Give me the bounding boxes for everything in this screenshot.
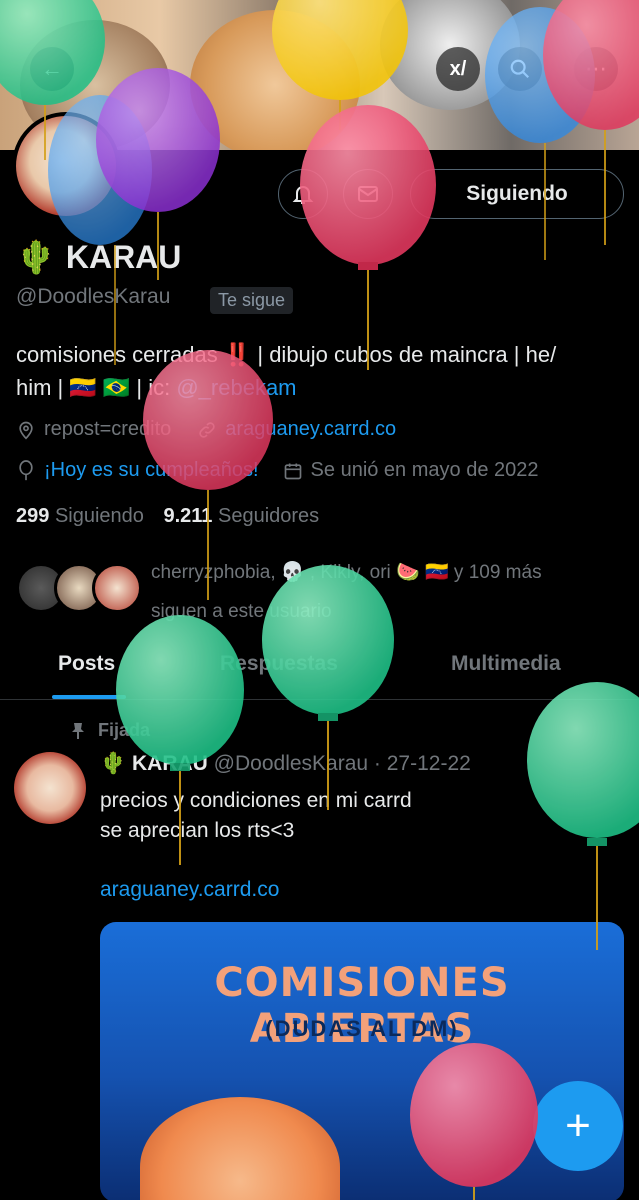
- grok-button[interactable]: x/: [436, 47, 480, 91]
- pin-icon: [72, 722, 84, 739]
- balloon-green-4: [527, 682, 639, 950]
- following-button[interactable]: Siguiendo: [410, 169, 624, 219]
- post-author-emoji: 🌵: [100, 752, 127, 775]
- known-followers-text[interactable]: cherryzphobia, 💀 , Kikly, ori 🍉 🇻🇪 y 109…: [151, 553, 621, 631]
- post-avatar[interactable]: [14, 752, 86, 824]
- card-subtitle: (DUDAS AL DM): [265, 1016, 459, 1041]
- known-follower-avatar-3: [92, 563, 142, 613]
- tab-posts[interactable]: Posts: [58, 652, 115, 676]
- search-icon: [510, 59, 530, 79]
- followers-link[interactable]: 9.211 Seguidores: [163, 505, 319, 527]
- link-icon: [199, 421, 215, 438]
- banner-cat-1: [190, 10, 360, 150]
- balloon-icon: [19, 459, 33, 480]
- location-text: repost=credito: [44, 418, 172, 440]
- following-count: 299: [16, 505, 50, 527]
- message-button[interactable]: [343, 169, 393, 219]
- card-character-hair: [140, 1097, 340, 1200]
- pinned-label: Fijada: [70, 720, 150, 741]
- following-link[interactable]: 299 Siguiendo: [16, 505, 144, 527]
- display-name: KARAU: [65, 238, 182, 275]
- profile-tabs: Posts Respuestas Multimedia: [0, 640, 639, 700]
- plus-icon: +: [565, 1101, 591, 1150]
- compose-button[interactable]: +: [533, 1081, 623, 1171]
- profile-handle: @DoodlesKarau: [16, 285, 171, 308]
- bell-icon: [292, 186, 314, 204]
- follows-you-badge: Te sigue: [210, 287, 294, 314]
- bio-mention-link[interactable]: @_rebekam: [176, 375, 296, 400]
- tab-replies[interactable]: Respuestas: [220, 652, 338, 676]
- profile-name: 🌵 KARAU: [16, 238, 181, 276]
- bio-line-2-text: him | 🇻🇪 🇧🇷 | ic:: [16, 375, 177, 400]
- post-media-card[interactable]: COMISIONES ABIERTAS (DUDAS AL DM): [100, 922, 624, 1200]
- more-button[interactable]: ⋯: [574, 47, 618, 91]
- profile-bio: comisiones cerradas ‼️ | dibujo cubos de…: [16, 338, 626, 404]
- follow-stats: 299 Siguiendo 9.211 Seguidores: [16, 505, 319, 528]
- post-link[interactable]: araguaney.carrd.co: [100, 878, 279, 902]
- back-button[interactable]: ←: [30, 47, 74, 91]
- bio-line-2: him | 🇻🇪 🇧🇷 | ic: @_rebekam: [16, 371, 626, 404]
- post-text: precios y condiciones en mi carrd se apr…: [100, 786, 412, 846]
- location-row: repost=credito araguaney.carrd.co: [16, 418, 396, 441]
- search-button[interactable]: [498, 47, 542, 91]
- followers-count: 9.211: [163, 505, 213, 527]
- more-icon: ⋯: [585, 56, 607, 81]
- notifications-button[interactable]: [278, 169, 328, 219]
- followers-label: Seguidores: [217, 505, 320, 527]
- joined-text: Se unió en mayo de 2022: [310, 459, 539, 481]
- arrow-left-icon: ←: [41, 56, 63, 81]
- active-tab-indicator: [52, 695, 126, 699]
- calendar-icon: [284, 463, 301, 479]
- post-handle-date: @DoodlesKarau · 27-12-22: [213, 752, 471, 775]
- post-author[interactable]: KARAU: [132, 752, 208, 775]
- grok-icon: x/: [449, 57, 467, 80]
- known-followers-line-2: siguen a este usuario: [151, 601, 332, 622]
- location-icon: [19, 421, 33, 440]
- post-header: 🌵 KARAU @DoodlesKarau · 27-12-22: [100, 752, 471, 776]
- following-label: Siguiendo: [54, 505, 144, 527]
- bio-line-1: comisiones cerradas ‼️ | dibujo cubos de…: [16, 342, 557, 367]
- profile-avatar[interactable]: [12, 112, 120, 220]
- known-followers-line-1: cherryzphobia, 💀 , Kikly, ori 🍉 🇻🇪 y 109…: [151, 562, 542, 583]
- name-emoji: 🌵: [16, 239, 56, 275]
- birthday-row: ¡Hoy es su cumpleaños! Se unió en mayo d…: [16, 459, 539, 482]
- pinned-text: Fijada: [98, 720, 151, 740]
- website-link[interactable]: araguaney.carrd.co: [225, 418, 396, 441]
- mail-icon: [358, 186, 378, 202]
- post-line-1: precios y condiciones en mi carrd: [100, 789, 412, 812]
- tab-media[interactable]: Multimedia: [451, 652, 561, 676]
- post-line-2: se aprecian los rts<3: [100, 819, 295, 842]
- birthday-text: ¡Hoy es su cumpleaños!: [44, 459, 259, 481]
